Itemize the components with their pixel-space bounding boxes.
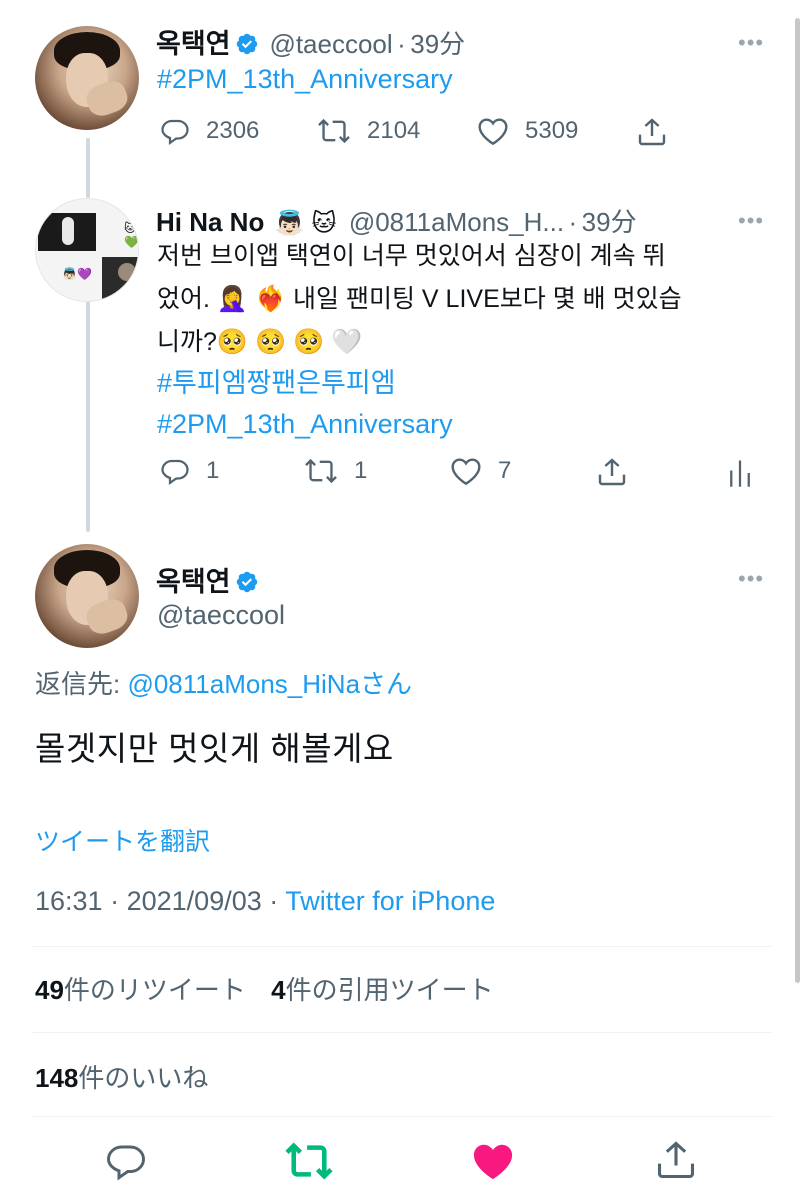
reply-icon xyxy=(161,119,189,146)
tweet-time[interactable]: 16:31 xyxy=(35,886,103,916)
avatar[interactable]: 🐱💚 👼🏻💜 xyxy=(35,198,139,302)
analytics-icon xyxy=(730,460,750,487)
share-icon xyxy=(657,1141,695,1179)
heart-icon xyxy=(451,458,481,486)
tweet-line: 니까?🥺 🥺 🥺 🤍 xyxy=(157,328,363,356)
like-count: 5309 xyxy=(525,117,579,144)
reply-button[interactable] xyxy=(104,1140,148,1187)
tweet-date[interactable]: 2021/09/03 xyxy=(127,886,262,916)
separator: · xyxy=(110,886,120,916)
retweet-button[interactable]: 2104 xyxy=(317,116,420,146)
name-emoji: 👼🏻 🐱 xyxy=(274,210,337,237)
retweet-icon xyxy=(305,458,337,484)
reply-button[interactable]: 1 xyxy=(160,456,219,486)
share-button[interactable] xyxy=(596,456,628,493)
divider xyxy=(32,1032,772,1033)
author-name[interactable]: 옥택연 xyxy=(156,29,231,59)
engagement-stats: 49件のリツイート 4件の引用ツイート xyxy=(35,970,494,1007)
heart-icon xyxy=(473,1144,513,1180)
timestamp[interactable]: 39分 xyxy=(410,29,465,59)
heart-icon xyxy=(478,118,508,146)
tweet-line: 었어. 🤦‍♀️ ❤️‍🔥 내일 팬미팅 V LIVE보다 몇 배 멋있습 xyxy=(157,285,682,313)
divider xyxy=(32,946,772,947)
author-name[interactable]: Hi Na No xyxy=(156,207,264,237)
separator: · xyxy=(269,886,279,916)
reply-icon xyxy=(107,1145,145,1181)
quotes-stat[interactable]: 4件の引用ツイート xyxy=(271,975,493,1005)
timestamp[interactable]: 39分 xyxy=(582,207,637,237)
thread-line xyxy=(86,138,90,198)
tweet-line: 저번 브이앱 택연이 너무 멋있어서 심장이 계속 뛰 xyxy=(157,242,666,270)
more-icon[interactable]: ••• xyxy=(738,208,764,234)
retweets-count: 49 xyxy=(35,975,64,1005)
avatar[interactable] xyxy=(35,544,139,648)
share-icon xyxy=(638,118,666,146)
retweet-count: 1 xyxy=(354,457,368,484)
analytics-button[interactable] xyxy=(727,458,753,493)
likes-count: 148 xyxy=(35,1063,79,1093)
avatar-emoji: 🐱💚 xyxy=(124,221,139,249)
translate-link[interactable]: ツイートを翻訳 xyxy=(35,822,210,858)
retweet-button[interactable] xyxy=(284,1140,334,1187)
main-author: 옥택연 xyxy=(156,560,259,599)
share-icon xyxy=(598,458,626,486)
author-handle[interactable]: @taeccool xyxy=(157,600,285,631)
hashtag[interactable]: #2PM_13th_Anniversary xyxy=(157,406,777,443)
quotes-count: 4 xyxy=(271,975,286,1005)
reply-icon xyxy=(161,459,189,486)
like-count: 7 xyxy=(498,457,512,484)
hashtag[interactable]: #투피엠짱팬은투피엠 xyxy=(157,365,777,402)
likes-stat[interactable]: 148件のいいね xyxy=(35,1058,208,1095)
verified-badge-icon xyxy=(236,571,258,593)
tweet-source[interactable]: Twitter for iPhone xyxy=(285,886,495,916)
retweet-icon xyxy=(285,1142,333,1180)
reply-to-suffix: さん xyxy=(360,669,413,699)
separator: · xyxy=(568,207,578,237)
main-tweet-text: 몰겟지만 멋잇게 해볼게요 xyxy=(35,730,394,767)
reply-to-prefix: 返信先: xyxy=(35,669,128,699)
tweet2-header: Hi Na No 👼🏻 🐱 @0811aMons_H... · 39分 xyxy=(156,202,637,239)
retweet-count: 2104 xyxy=(367,117,421,144)
like-button[interactable]: 7 xyxy=(450,456,511,486)
retweets-label: 件のリツイート xyxy=(63,975,246,1005)
quotes-label: 件の引用ツイート xyxy=(285,975,494,1005)
author-handle[interactable]: @0811aMons_H... xyxy=(349,207,564,237)
tweet1-header: 옥택연 @taeccool · 39分 xyxy=(156,22,465,61)
avatar[interactable] xyxy=(35,26,139,130)
divider xyxy=(32,1116,772,1117)
verified-badge-icon xyxy=(236,33,258,55)
share-button[interactable] xyxy=(636,116,668,153)
more-icon[interactable]: ••• xyxy=(738,566,764,592)
avatar-emoji: 👼🏻💜 xyxy=(62,267,92,281)
thread-line xyxy=(86,296,90,532)
more-icon[interactable]: ••• xyxy=(738,30,764,56)
tweet-meta: 16:31 · 2021/09/03 · Twitter for iPhone xyxy=(35,886,495,917)
hashtag[interactable]: #2PM_13th_Anniversary xyxy=(157,64,453,95)
share-button[interactable] xyxy=(654,1138,698,1187)
retweet-icon xyxy=(318,118,350,144)
likes-label: 件のいいね xyxy=(78,1063,209,1093)
reply-to-handle[interactable]: @0811aMons_HiNa xyxy=(127,669,360,699)
reply-to: 返信先: @0811aMons_HiNaさん xyxy=(35,664,412,701)
reply-count: 1 xyxy=(206,457,220,484)
tweet-text: 저번 브이앱 택연이 너무 멋있어서 심장이 계속 뛰 었어. 🤦‍♀️ ❤️‍… xyxy=(157,238,777,443)
like-button[interactable] xyxy=(470,1140,516,1187)
author-name[interactable]: 옥택연 xyxy=(156,567,231,597)
retweets-stat[interactable]: 49件のリツイート xyxy=(35,975,246,1005)
reply-button[interactable]: 2306 xyxy=(160,116,259,146)
separator: · xyxy=(397,29,406,59)
scrollbar[interactable] xyxy=(795,18,800,983)
reply-count: 2306 xyxy=(206,117,260,144)
retweet-button[interactable]: 1 xyxy=(304,456,367,486)
like-button[interactable]: 5309 xyxy=(477,116,578,146)
author-handle[interactable]: @taeccool xyxy=(269,29,392,59)
